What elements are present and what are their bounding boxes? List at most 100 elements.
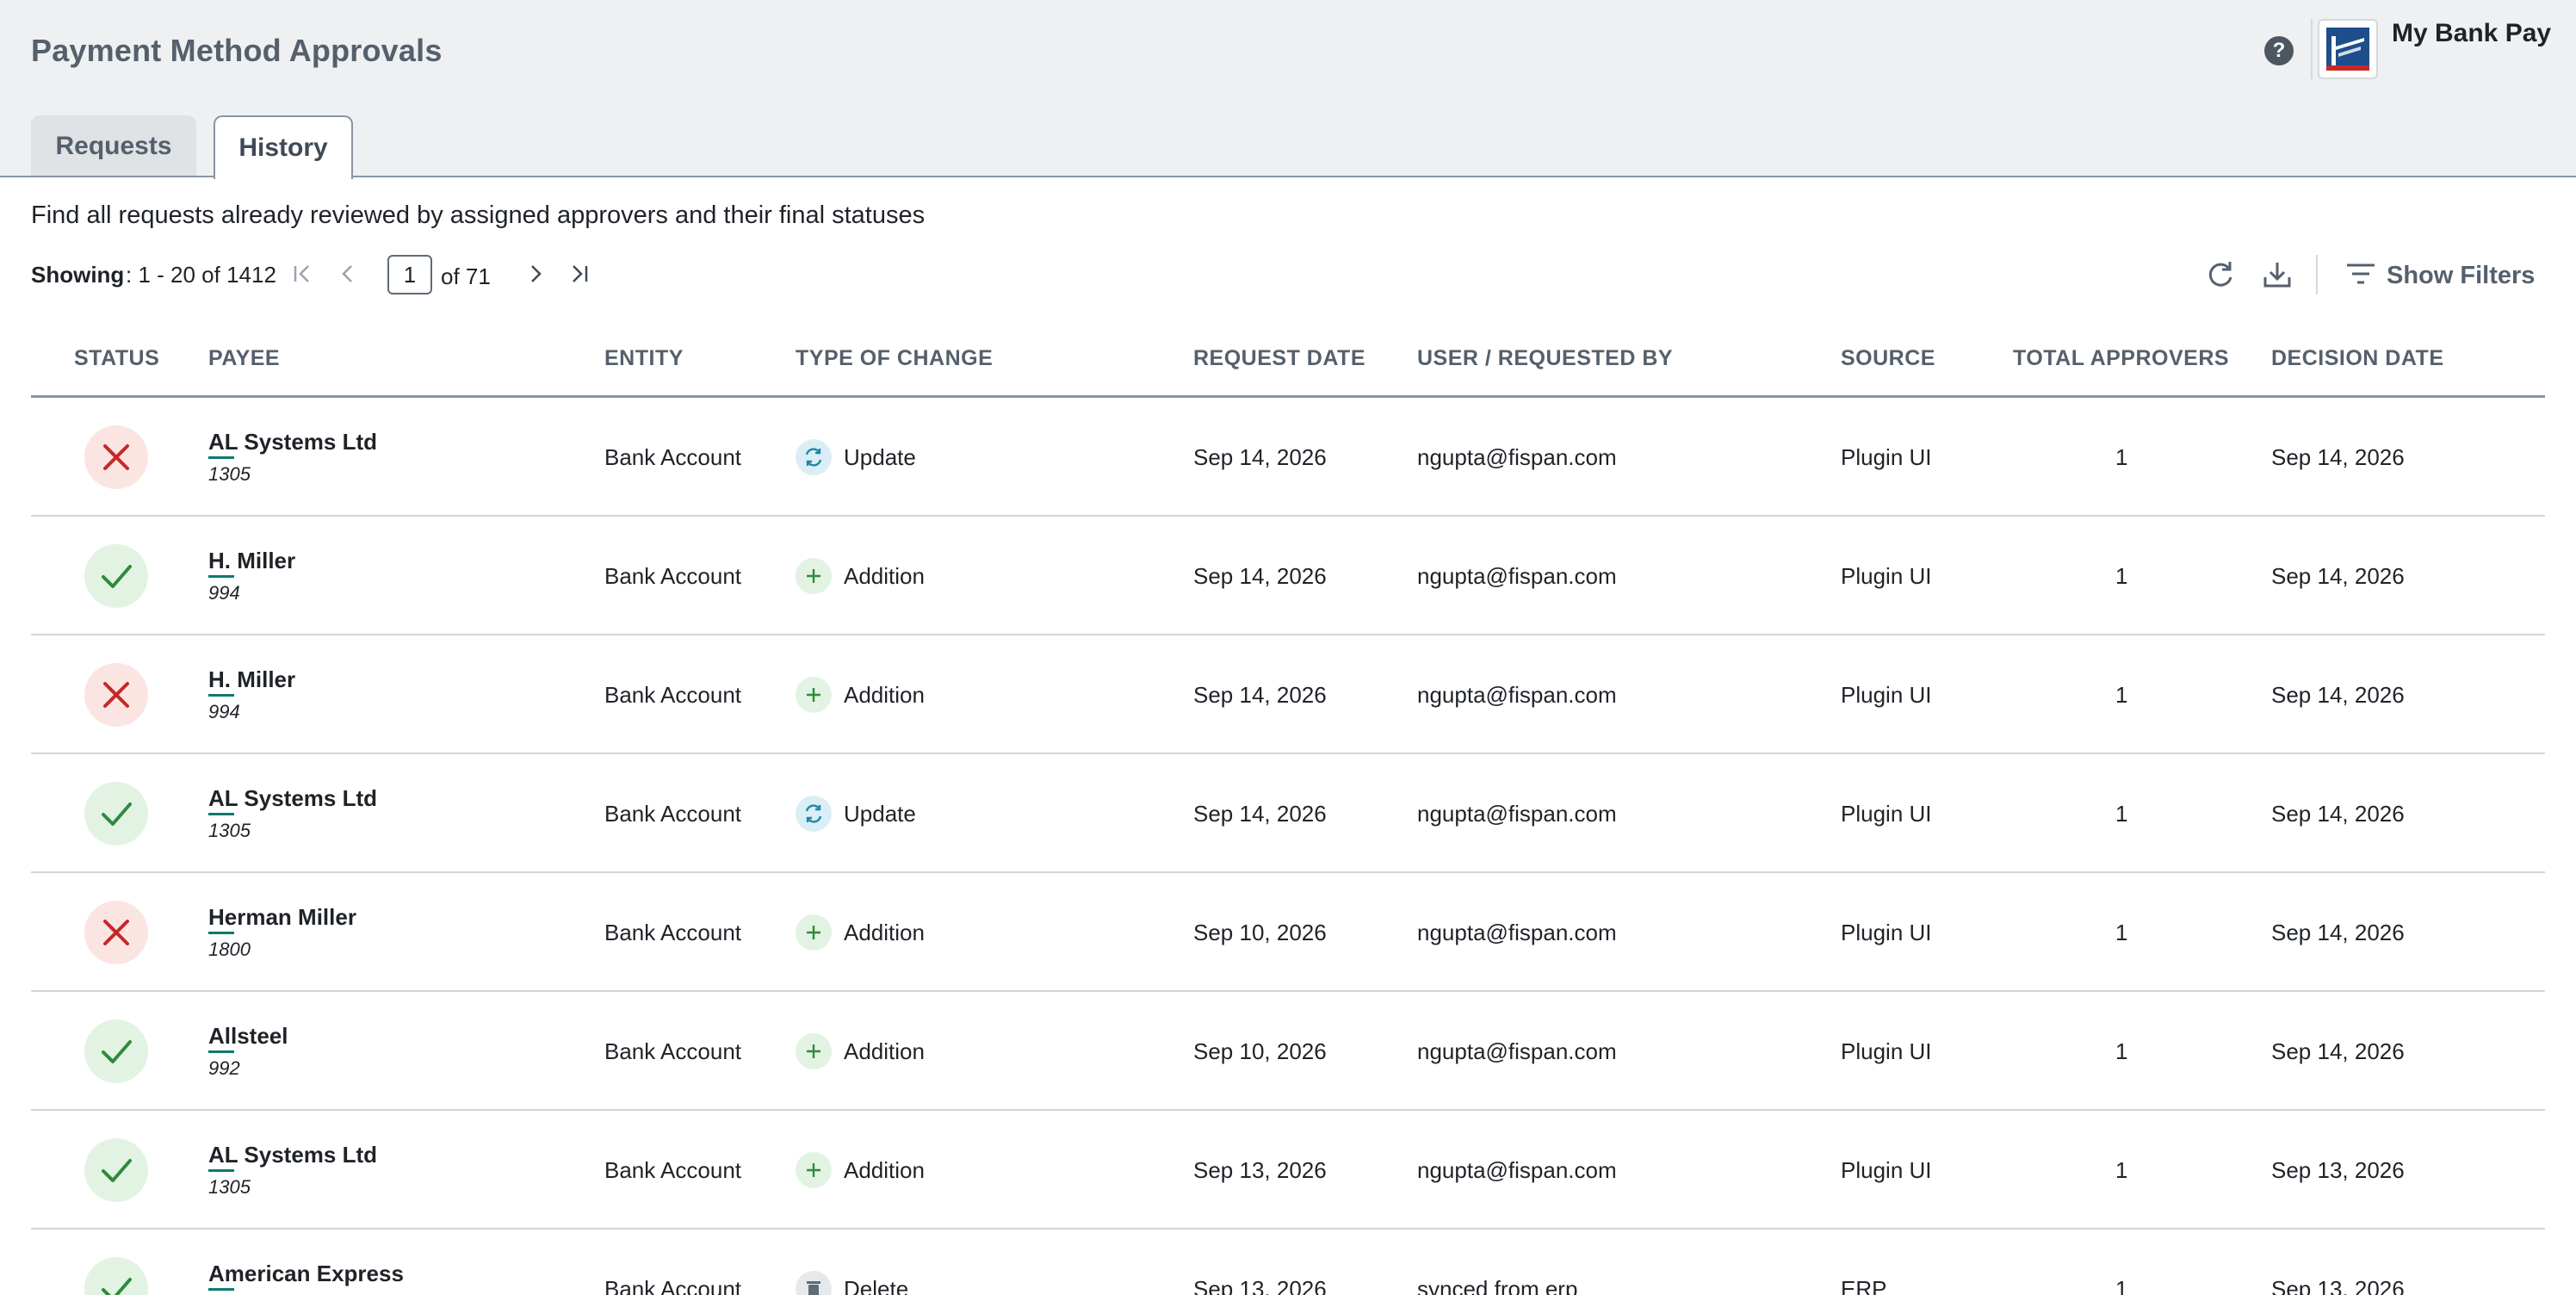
history-table: STATUS PAYEE ENTITY TYPE OF CHANGE REQUE… (31, 327, 2545, 1295)
column-entity[interactable]: ENTITY (604, 346, 684, 371)
table-row[interactable]: Allsteel 992 Bank Account Addition Sep 10, 2… (31, 992, 2545, 1111)
status-rejected-icon (84, 425, 148, 489)
column-decision-date[interactable]: DECISION DATE (2271, 346, 2444, 371)
entity-cell: Bank Account (604, 563, 741, 589)
table-row[interactable]: Herman Miller 1800 Bank Account Addition Sep… (31, 873, 2545, 992)
download-icon[interactable] (2259, 257, 2295, 293)
user-cell: ngupta@fispan.com (1417, 801, 1617, 827)
payee-underline (208, 932, 234, 934)
user-cell: ngupta@fispan.com (1417, 563, 1617, 589)
request-date-cell: Sep 10, 2026 (1193, 1038, 1327, 1064)
brand-divider (2311, 19, 2313, 79)
first-page-icon[interactable] (288, 258, 319, 289)
status-approved-icon (84, 1019, 148, 1083)
payee-name[interactable]: AL Systems Ltd (208, 1142, 377, 1168)
payee-id: 992 (208, 1057, 240, 1079)
source-cell: Plugin UI (1841, 801, 1932, 827)
source-cell: Plugin UI (1841, 682, 1932, 708)
payee-name[interactable]: AL Systems Ltd (208, 785, 377, 812)
user-cell: ngupta@fispan.com (1417, 920, 1617, 945)
brand-name: My Bank Pay (2392, 19, 2552, 47)
column-payee[interactable]: PAYEE (208, 346, 280, 371)
approvers-cell: 1 (2115, 801, 2128, 827)
decision-date-cell: Sep 14, 2026 (2271, 1038, 2405, 1064)
entity-cell: Bank Account (604, 444, 741, 470)
tab-requests[interactable]: Requests (31, 115, 196, 177)
previous-page-icon[interactable] (332, 258, 363, 289)
approvers-cell: 1 (2115, 682, 2128, 708)
column-status[interactable]: STATUS (74, 346, 159, 371)
user-cell: ngupta@fispan.com (1417, 444, 1617, 470)
update-icon (796, 796, 832, 832)
payee-id: 994 (208, 582, 240, 604)
payee-name[interactable]: Allsteel (208, 1023, 288, 1050)
entity-cell: Bank Account (604, 801, 741, 827)
payee-underline (208, 694, 234, 697)
last-page-icon[interactable] (563, 258, 594, 289)
request-date-cell: Sep 10, 2026 (1193, 920, 1327, 945)
table-row[interactable]: American Express Bank Account Delete Sep 13… (31, 1230, 2545, 1295)
payee-id: 1800 (208, 939, 251, 960)
toolbar-divider (2316, 255, 2318, 294)
payee-id: 1305 (208, 1176, 251, 1198)
help-icon[interactable]: ? (2264, 36, 2294, 65)
payee-name[interactable]: H. Miller (208, 548, 295, 574)
request-date-cell: Sep 14, 2026 (1193, 563, 1327, 589)
decision-date-cell: Sep 14, 2026 (2271, 920, 2405, 945)
column-user[interactable]: USER / REQUESTED BY (1417, 346, 1673, 371)
page-title: Payment Method Approvals (31, 33, 443, 68)
column-type-of-change[interactable]: TYPE OF CHANGE (796, 346, 993, 371)
payee-name[interactable]: Herman Miller (208, 904, 356, 931)
payee-underline (208, 1050, 234, 1053)
decision-date-cell: Sep 13, 2026 (2271, 1276, 2405, 1295)
entity-cell: Bank Account (604, 1157, 741, 1183)
payee-id: 994 (208, 701, 240, 722)
column-request-date[interactable]: REQUEST DATE (1193, 346, 1365, 371)
show-filters-button[interactable]: Show Filters (2344, 255, 2559, 294)
column-total-approvers[interactable]: TOTAL APPROVERS (2013, 346, 2229, 371)
bank-logo-icon (2318, 19, 2378, 79)
source-cell: Plugin UI (1841, 920, 1932, 945)
approvers-cell: 1 (2115, 563, 2128, 589)
entity-cell: Bank Account (604, 682, 741, 708)
payee-name[interactable]: American Express (208, 1261, 404, 1287)
user-cell: ngupta@fispan.com (1417, 1157, 1617, 1183)
change-type-cell: Addition (844, 1157, 925, 1183)
update-icon (796, 439, 832, 475)
payee-underline (208, 456, 234, 459)
show-filters-label: Show Filters (2387, 262, 2536, 289)
page-header: Payment Method Approvals ? My Bank Pay R… (0, 0, 2576, 179)
page-total: of 71 (441, 263, 491, 289)
column-source[interactable]: SOURCE (1841, 346, 1935, 371)
pagination: Showing : 1 - 20 of 1412 of 71 (31, 255, 806, 294)
refresh-icon[interactable] (2202, 257, 2239, 293)
table-row[interactable]: H. Miller 994 Bank Account Addition Sep 14, … (31, 517, 2545, 635)
tab-history[interactable]: History (214, 115, 353, 179)
add-icon (796, 914, 832, 951)
decision-date-cell: Sep 13, 2026 (2271, 1157, 2405, 1183)
next-page-icon[interactable] (520, 258, 551, 289)
table-row[interactable]: AL Systems Ltd 1305 Bank Account Update Sep … (31, 754, 2545, 873)
table-row[interactable]: AL Systems Ltd 1305 Bank Account Addition Se… (31, 1111, 2545, 1230)
source-cell: ERP (1841, 1276, 1887, 1295)
page-number-input[interactable] (387, 255, 432, 294)
entity-cell: Bank Account (604, 1038, 741, 1064)
table-row[interactable]: AL Systems Ltd 1305 Bank Account Update Sep … (31, 398, 2545, 517)
change-type-cell: Addition (844, 920, 925, 945)
payee-name[interactable]: AL Systems Ltd (208, 429, 377, 455)
payee-name[interactable]: H. Miller (208, 666, 295, 693)
source-cell: Plugin UI (1841, 1157, 1932, 1183)
approvers-cell: 1 (2115, 1038, 2128, 1064)
payee-underline (208, 575, 234, 578)
change-type-cell: Addition (844, 1038, 925, 1064)
table-row[interactable]: H. Miller 994 Bank Account Addition Sep 14, … (31, 635, 2545, 754)
add-icon (796, 1152, 832, 1188)
request-date-cell: Sep 14, 2026 (1193, 444, 1327, 470)
status-approved-icon (84, 544, 148, 608)
request-date-cell: Sep 14, 2026 (1193, 801, 1327, 827)
approvers-cell: 1 (2115, 1157, 2128, 1183)
status-rejected-icon (84, 901, 148, 964)
page-description: Find all requests already reviewed by as… (31, 201, 926, 229)
showing-range: : 1 - 20 of 1412 (126, 262, 276, 288)
delete-icon (796, 1271, 832, 1295)
